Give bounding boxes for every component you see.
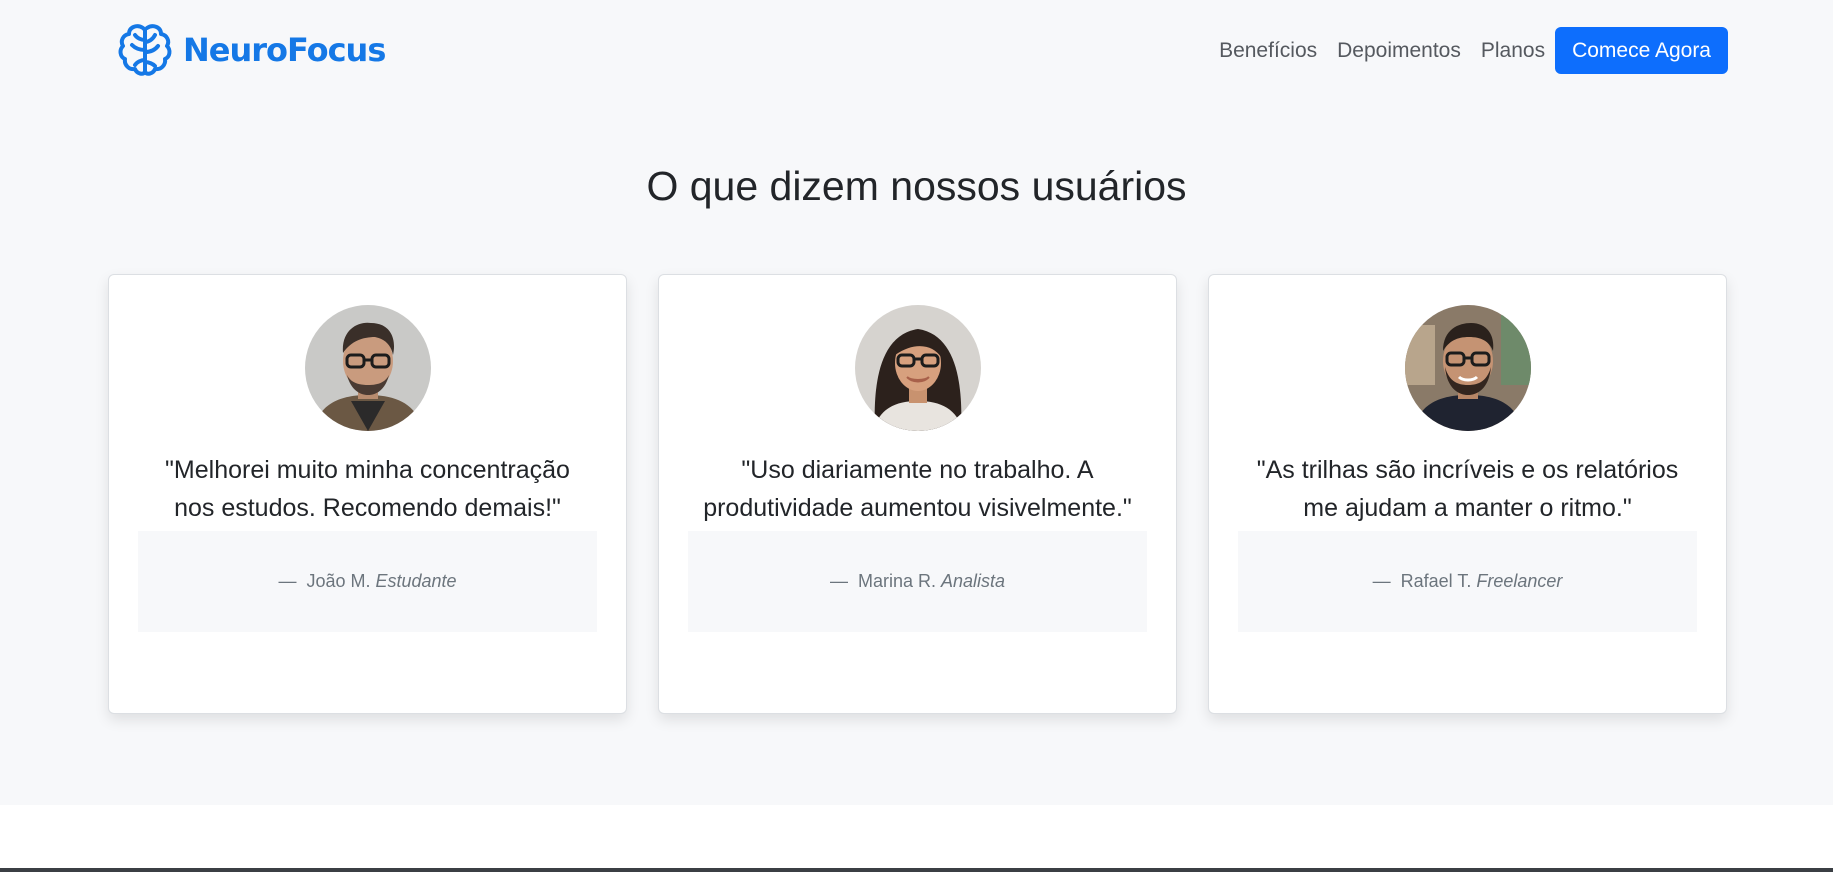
author-role: Estudante [375,571,457,591]
testimonial-card: "Melhorei muito minha concentração nos e… [108,274,627,714]
author-dash: — [278,571,297,591]
bearded-man-with-glasses-avatar [1404,305,1531,431]
brand-name: NeuroFocus [183,31,386,69]
navbar: NeuroFocus Benefícios Depoimentos Planos… [0,0,1833,100]
testimonial-quote: "Uso diariamente no trabalho. A produtiv… [703,456,1132,522]
brain-icon [118,24,172,76]
testimonial-quote: "Melhorei muito minha concentração nos e… [165,456,570,522]
author-name: Rafael T. [1400,571,1472,591]
brand-link[interactable]: NeuroFocus [115,20,386,80]
author-name: Marina R. [857,571,936,591]
testimonial-card: "As trilhas são incríveis e os relatório… [1208,274,1727,714]
nav-link-beneficios[interactable]: Benefícios [1219,39,1317,63]
nav-links: Benefícios Depoimentos Planos Comece Ago… [1219,27,1728,74]
testimonial-author: — João M. Estudante [138,531,597,632]
testimonial-cards: "Melhorei muito minha concentração nos e… [108,274,1727,714]
testimonial-author: — Rafael T. Freelancer [1238,531,1697,632]
testimonial-quote: "As trilhas são incríveis e os relatório… [1256,456,1679,522]
bottom-border [0,868,1833,872]
section-title: O que dizem nossos usuários [646,163,1187,209]
nav-link-planos[interactable]: Planos [1481,39,1545,63]
author-name: João M. [306,571,371,591]
author-dash: — [1372,571,1391,591]
page: NeuroFocus Benefícios Depoimentos Planos… [0,0,1833,872]
nav-link-depoimentos[interactable]: Depoimentos [1337,39,1461,63]
testimonial-card: "Uso diariamente no trabalho. A produtiv… [658,274,1177,714]
man-with-glasses-avatar [304,305,431,431]
woman-with-glasses-avatar [854,305,981,431]
comece-agora-button[interactable]: Comece Agora [1555,27,1728,74]
testimonial-author: — Marina R. Analista [688,531,1147,632]
author-role: Freelancer [1476,571,1563,591]
author-dash: — [829,571,848,591]
author-role: Analista [940,571,1006,591]
testimonials-section: NeuroFocus Benefícios Depoimentos Planos… [0,0,1833,805]
